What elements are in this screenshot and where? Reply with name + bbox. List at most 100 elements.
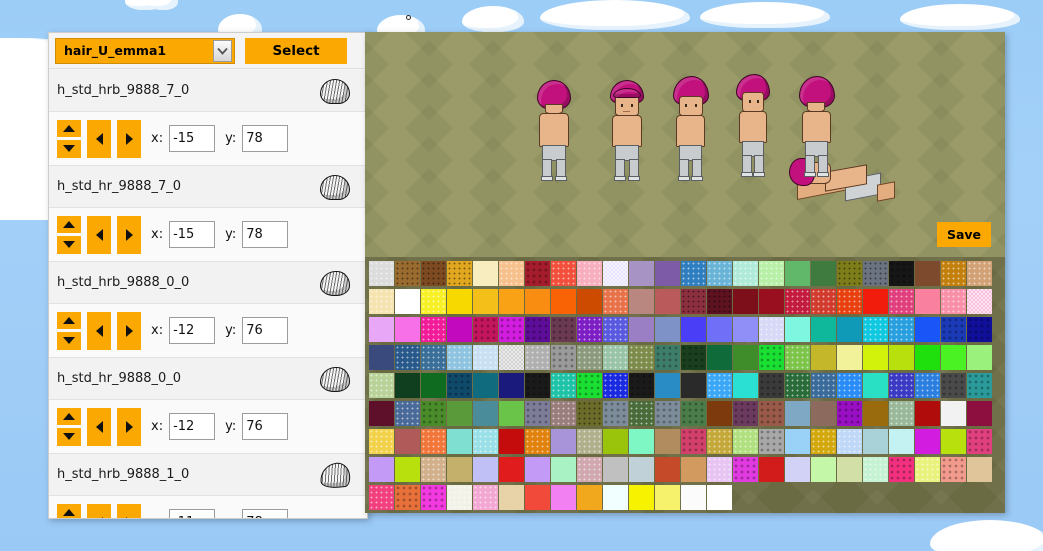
vertical-stepper[interactable]	[57, 407, 81, 446]
color-swatch[interactable]	[447, 317, 472, 342]
color-swatch[interactable]	[499, 457, 524, 482]
color-swatch[interactable]	[681, 457, 706, 482]
color-swatch[interactable]	[395, 373, 420, 398]
color-swatch[interactable]	[603, 485, 628, 510]
color-swatch[interactable]	[551, 373, 576, 398]
color-swatch[interactable]	[447, 373, 472, 398]
color-swatch[interactable]	[629, 429, 654, 454]
color-swatch[interactable]	[473, 401, 498, 426]
color-swatch[interactable]	[733, 317, 758, 342]
color-swatch[interactable]	[447, 429, 472, 454]
color-swatch[interactable]	[837, 261, 862, 286]
vertical-stepper[interactable]	[57, 311, 81, 350]
color-swatch[interactable]	[941, 429, 966, 454]
color-swatch[interactable]	[499, 317, 524, 342]
color-swatch[interactable]	[941, 457, 966, 482]
color-swatch[interactable]	[811, 261, 836, 286]
move-left-button[interactable]	[87, 407, 111, 446]
color-swatch[interactable]	[525, 401, 550, 426]
color-swatch[interactable]	[655, 429, 680, 454]
color-swatch[interactable]	[733, 373, 758, 398]
color-swatch[interactable]	[369, 317, 394, 342]
color-swatch[interactable]	[967, 261, 992, 286]
color-swatch[interactable]	[733, 429, 758, 454]
stepper-down-icon[interactable]	[57, 428, 81, 446]
color-swatch[interactable]	[369, 485, 394, 510]
color-swatch[interactable]	[629, 485, 654, 510]
color-swatch[interactable]	[889, 345, 914, 370]
color-swatch[interactable]	[863, 457, 888, 482]
color-swatch[interactable]	[551, 345, 576, 370]
color-swatch[interactable]	[681, 261, 706, 286]
color-swatch[interactable]	[629, 317, 654, 342]
color-swatch[interactable]	[915, 401, 940, 426]
stepper-up-icon[interactable]	[57, 503, 81, 518]
color-swatch[interactable]	[915, 373, 940, 398]
stepper-down-icon[interactable]	[57, 332, 81, 350]
color-swatch[interactable]	[395, 289, 420, 314]
color-swatch[interactable]	[499, 345, 524, 370]
color-swatch[interactable]	[863, 429, 888, 454]
color-swatch[interactable]	[967, 373, 992, 398]
asset-row[interactable]: h_std_hrb_9888_1_0	[49, 454, 367, 496]
color-swatch[interactable]	[499, 289, 524, 314]
color-swatch[interactable]	[941, 289, 966, 314]
x-offset-input[interactable]	[169, 413, 216, 440]
color-swatch[interactable]	[603, 289, 628, 314]
color-swatch[interactable]	[759, 317, 784, 342]
color-swatch[interactable]	[811, 373, 836, 398]
color-swatch[interactable]	[421, 401, 446, 426]
asset-row[interactable]: h_std_hrb_9888_0_0	[49, 262, 367, 304]
x-offset-input[interactable]	[169, 221, 216, 248]
color-swatch[interactable]	[785, 401, 810, 426]
color-swatch[interactable]	[447, 289, 472, 314]
asset-row[interactable]: h_std_hr_9888_7_0	[49, 166, 367, 208]
color-swatch[interactable]	[811, 457, 836, 482]
color-swatch[interactable]	[941, 401, 966, 426]
color-swatch[interactable]	[421, 429, 446, 454]
save-button[interactable]: Save	[937, 222, 991, 247]
x-offset-input[interactable]	[169, 509, 216, 518]
color-swatch[interactable]	[473, 289, 498, 314]
color-swatch[interactable]	[525, 289, 550, 314]
color-swatch[interactable]	[525, 429, 550, 454]
color-swatch[interactable]	[577, 373, 602, 398]
color-swatch[interactable]	[837, 345, 862, 370]
color-swatch[interactable]	[369, 261, 394, 286]
color-swatch[interactable]	[603, 457, 628, 482]
color-swatch[interactable]	[421, 373, 446, 398]
color-swatch[interactable]	[733, 401, 758, 426]
color-swatch[interactable]	[889, 429, 914, 454]
color-swatch[interactable]	[733, 345, 758, 370]
color-swatch[interactable]	[785, 373, 810, 398]
color-swatch[interactable]	[915, 429, 940, 454]
color-swatch[interactable]	[551, 401, 576, 426]
color-swatch[interactable]	[941, 261, 966, 286]
color-swatch[interactable]	[889, 289, 914, 314]
color-swatch[interactable]	[707, 401, 732, 426]
color-swatch[interactable]	[967, 289, 992, 314]
color-swatch[interactable]	[499, 485, 524, 510]
color-swatch[interactable]	[733, 457, 758, 482]
color-swatch[interactable]	[369, 429, 394, 454]
color-swatch[interactable]	[707, 317, 732, 342]
color-swatch[interactable]	[369, 373, 394, 398]
color-swatch[interactable]	[421, 457, 446, 482]
color-swatch[interactable]	[447, 261, 472, 286]
stepper-up-icon[interactable]	[57, 119, 81, 137]
chevron-down-icon[interactable]	[213, 39, 232, 62]
color-swatch[interactable]	[785, 457, 810, 482]
color-swatch[interactable]	[525, 373, 550, 398]
color-swatch[interactable]	[577, 345, 602, 370]
vertical-stepper[interactable]	[57, 119, 81, 158]
color-swatch[interactable]	[681, 485, 706, 510]
color-swatch[interactable]	[941, 373, 966, 398]
color-swatch[interactable]	[837, 317, 862, 342]
color-swatch[interactable]	[811, 289, 836, 314]
color-swatch[interactable]	[603, 429, 628, 454]
move-right-button[interactable]	[117, 215, 141, 254]
color-swatch[interactable]	[473, 261, 498, 286]
color-swatch[interactable]	[759, 429, 784, 454]
asset-row[interactable]: h_std_hr_9888_0_0	[49, 358, 367, 400]
color-swatch[interactable]	[837, 401, 862, 426]
